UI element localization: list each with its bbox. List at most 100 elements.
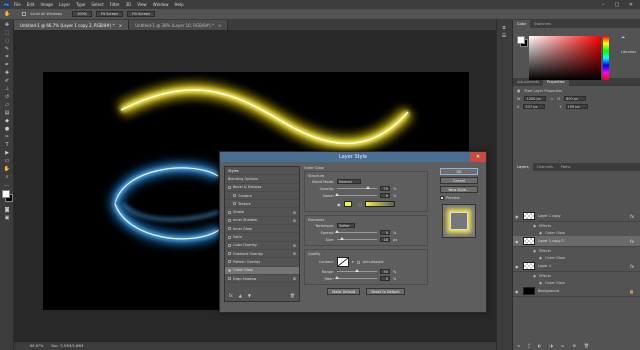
type-tool-icon[interactable]: T <box>2 141 12 148</box>
style-checkbox[interactable] <box>228 260 231 264</box>
style-outer-glow[interactable]: Outer Glow <box>225 266 299 275</box>
size-field[interactable]: 18 <box>380 237 390 242</box>
add-icon[interactable]: ⊞ <box>293 243 296 248</box>
style-checkbox[interactable] <box>228 210 231 214</box>
tab-paths[interactable]: Paths <box>557 163 575 171</box>
brush-tool-icon[interactable]: ✐ <box>2 77 12 84</box>
dialog-titlebar[interactable]: Layer Style ✕ <box>220 152 486 162</box>
style-checkbox[interactable] <box>228 252 231 256</box>
glow-gradient-swatch[interactable] <box>365 201 395 207</box>
screen-mode-icon[interactable]: ▣ <box>2 214 12 221</box>
style-inner-shadow[interactable]: Inner Shadow ⊞ <box>225 217 299 226</box>
menu-type[interactable]: Type <box>76 2 85 7</box>
size-slider[interactable] <box>337 237 377 240</box>
solid-color-radio[interactable]: ◉ <box>337 202 341 207</box>
technique-select[interactable]: Softer <box>337 223 355 228</box>
eye-icon[interactable]: ◉ <box>539 281 542 285</box>
gradient-radio[interactable]: ○ <box>359 202 363 207</box>
x-field[interactable]: 237 px <box>523 104 546 109</box>
fx-icon[interactable]: fx <box>630 264 634 269</box>
color-picker-field[interactable] <box>529 36 601 80</box>
move-down-icon[interactable]: ▼ <box>248 293 251 298</box>
style-pattern-overlay[interactable]: Pattern Overlay <box>225 258 299 267</box>
width-field[interactable]: 1200 px <box>524 96 547 101</box>
noise-field[interactable]: 0 <box>380 193 390 198</box>
fx-icon[interactable]: fx <box>229 293 233 298</box>
cloud-icon[interactable]: ☁ <box>621 34 625 39</box>
layer-effects-row[interactable]: ◉ Effects <box>513 272 640 279</box>
scroll-all-checkbox[interactable] <box>22 12 27 16</box>
range-field[interactable]: 50 <box>380 269 390 274</box>
doc-tab-active[interactable]: Untitled-1 @ 66.7% (Layer 1 copy 2, RGB/… <box>14 20 130 30</box>
menu-window[interactable]: Window <box>153 2 169 7</box>
style-contour[interactable]: Contour <box>225 192 299 201</box>
move-tool-icon[interactable]: ✥ <box>2 21 12 28</box>
lasso-tool-icon[interactable]: ◌ <box>2 37 12 44</box>
close-icon[interactable]: × <box>218 23 221 28</box>
minimize-icon[interactable]: – <box>596 0 610 9</box>
hue-slider[interactable] <box>603 36 609 80</box>
link-layers-icon[interactable]: ∞ <box>517 343 520 348</box>
fx-icon[interactable]: fx <box>630 214 634 219</box>
adjustment-layer-icon[interactable]: ◑ <box>549 343 553 348</box>
shape-tool-icon[interactable]: ▭ <box>2 157 12 164</box>
menu-layer[interactable]: Layer <box>59 2 70 7</box>
glow-color-swatch[interactable] <box>343 201 352 207</box>
eye-icon[interactable]: ◉ <box>515 289 520 294</box>
tab-swatches[interactable]: Swatches <box>530 20 555 28</box>
eye-icon[interactable]: ◉ <box>539 231 542 235</box>
dodge-tool-icon[interactable]: ● <box>2 125 12 132</box>
style-checkbox[interactable] <box>228 268 231 272</box>
quick-mask-icon[interactable]: ◙ <box>2 206 12 213</box>
quick-select-tool-icon[interactable]: ✎ <box>2 45 12 52</box>
layer-comps-icon[interactable]: ☰ <box>499 32 509 39</box>
eyedropper-tool-icon[interactable]: ✒ <box>2 61 12 68</box>
add-icon[interactable]: ⊞ <box>293 251 296 256</box>
style-checkbox[interactable] <box>233 194 236 198</box>
layer-effect-item[interactable]: ◉ Outer Glow <box>513 254 640 261</box>
blend-mode-select[interactable]: Normal <box>337 179 361 184</box>
libraries-label[interactable]: Libraries <box>621 50 636 54</box>
group-icon[interactable]: ▭ <box>561 343 565 348</box>
style-checkbox[interactable] <box>228 218 231 222</box>
fill-screen-button[interactable]: Fill Screen <box>127 11 156 17</box>
contour-picker[interactable] <box>337 257 349 267</box>
eye-icon[interactable]: ◉ <box>539 256 542 260</box>
history-brush-icon[interactable]: ↺ <box>2 93 12 100</box>
menu-view[interactable]: View <box>137 2 147 7</box>
add-icon[interactable]: ⊞ <box>293 218 296 223</box>
menu-select[interactable]: Select <box>91 2 103 7</box>
jitter-slider[interactable] <box>335 276 377 279</box>
menu-filter[interactable]: Filter <box>110 2 120 7</box>
foreground-color-swatch[interactable] <box>2 190 10 198</box>
healing-tool-icon[interactable]: ✚ <box>2 69 12 76</box>
add-icon[interactable]: ⊞ <box>293 276 296 281</box>
anti-aliased-checkbox[interactable] <box>356 260 360 264</box>
noise-slider[interactable] <box>335 193 377 196</box>
style-stroke[interactable]: Stroke ⊞ <box>225 208 299 217</box>
jitter-field[interactable]: 0 <box>380 276 390 281</box>
pen-tool-icon[interactable]: ✑ <box>2 133 12 140</box>
path-select-tool-icon[interactable]: ▶ <box>2 149 12 156</box>
menu-edit[interactable]: Edit <box>27 2 35 7</box>
style-drop-shadow[interactable]: Drop Shadow ⊞ <box>225 275 299 284</box>
eye-icon[interactable]: ◉ <box>533 224 536 228</box>
tab-color[interactable]: Color <box>513 20 531 28</box>
color-swatches[interactable] <box>2 190 13 204</box>
style-inner-glow[interactable]: Inner Glow <box>225 225 299 234</box>
opacity-field[interactable]: 75 <box>380 186 390 191</box>
close-icon[interactable]: ✕ <box>470 152 486 162</box>
slider-knob[interactable] <box>355 269 359 272</box>
layer-row-selected[interactable]: ◉ Layer 1 copy 2 fx <box>513 236 640 247</box>
close-icon[interactable]: × <box>119 23 122 28</box>
layer-effects-row[interactable]: ◉ Effects <box>513 222 640 229</box>
tab-layers[interactable]: Layers <box>513 163 533 171</box>
layer-row[interactable]: ◉ Layer 1 fx <box>513 261 640 272</box>
trash-icon[interactable]: 🗑 <box>584 343 589 348</box>
eye-icon[interactable]: ◉ <box>533 249 536 253</box>
style-texture[interactable]: Texture <box>225 200 299 209</box>
gradient-tool-icon[interactable]: ▤ <box>2 109 12 116</box>
style-gradient-overlay[interactable]: Gradient Overlay ⊞ <box>225 250 299 259</box>
move-up-icon[interactable]: ▲ <box>239 293 242 298</box>
layer-effect-item[interactable]: ◉ Outer Glow <box>513 279 640 286</box>
